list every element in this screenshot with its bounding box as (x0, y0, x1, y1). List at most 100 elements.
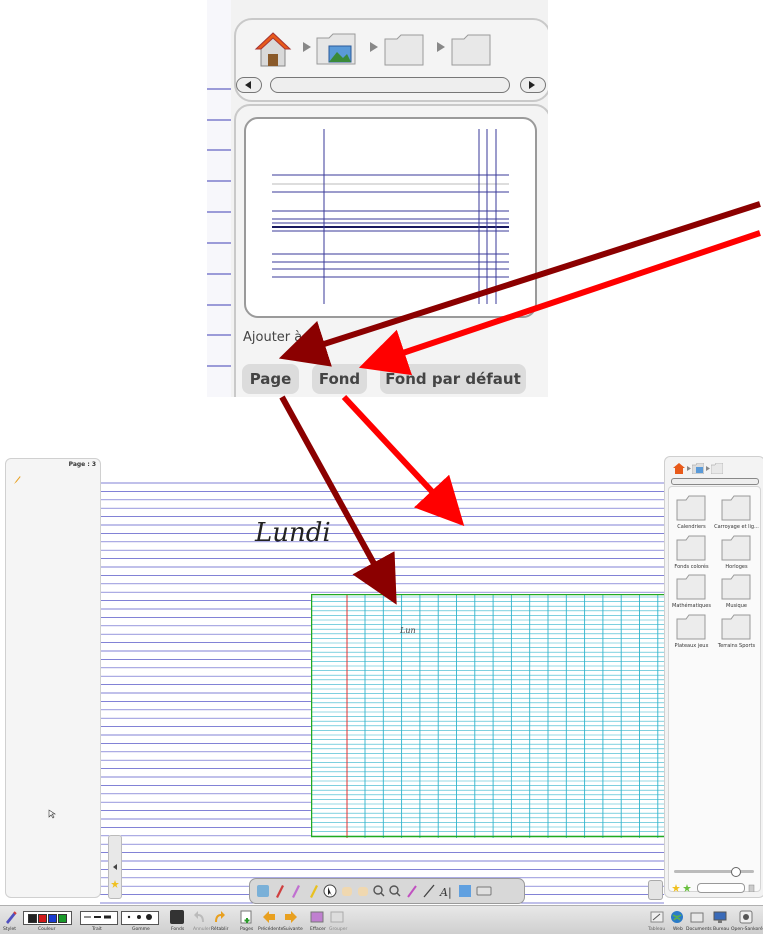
breadcrumb-scrollbar[interactable] (671, 478, 759, 485)
interact-tool-icon (358, 887, 368, 896)
trash-icon[interactable] (748, 883, 755, 892)
home-icon[interactable] (673, 463, 685, 474)
color-swatch[interactable] (48, 914, 57, 923)
open-sankore-icon[interactable] (739, 910, 753, 924)
thumbnail-grid (272, 129, 509, 304)
slider-handle[interactable] (731, 867, 741, 877)
folder-icon[interactable] (383, 32, 425, 68)
clear-page-icon[interactable] (310, 910, 324, 924)
image-folder-icon[interactable] (315, 30, 359, 68)
folder-icon[interactable] (721, 535, 751, 561)
pages-panel: Page : 3 (5, 458, 101, 898)
main-toolbar: Stylet Couleur Trait Gomme Fonds Annuler… (0, 905, 763, 934)
handwritten-title: Lundi (255, 518, 331, 548)
breadcrumb-scrollbar[interactable] (236, 76, 546, 93)
color-swatch[interactable] (58, 914, 67, 923)
add-to-label: Ajouter à (243, 330, 303, 345)
pen-tool-icon (276, 885, 284, 898)
ruled-line (207, 180, 231, 182)
eraser-tool-icon (292, 885, 300, 898)
undo-label: Annuler (193, 927, 211, 932)
ruled-line (207, 304, 231, 306)
documents-icon[interactable] (690, 910, 704, 924)
laser-pointer-icon (407, 885, 417, 898)
color-swatch[interactable] (28, 914, 37, 923)
ruled-line (207, 273, 231, 275)
board-label: Tableau (648, 927, 666, 932)
selector-tool-icon (323, 884, 337, 898)
color-swatch[interactable] (38, 914, 47, 923)
line-width-icons (84, 915, 111, 919)
image-folder-icon[interactable] (692, 463, 704, 474)
folder-label[interactable]: Carroyage et lig... (714, 524, 759, 530)
pages-panel-tab[interactable] (108, 835, 122, 899)
hand-tool-icon (342, 887, 352, 896)
redo-icon[interactable] (213, 910, 225, 924)
zoom-panel: Ajouter à Page Fond Fond par défaut (207, 0, 548, 397)
board-mode-icon[interactable] (650, 910, 664, 924)
documents-label: Documents (686, 927, 712, 932)
desktop-icon[interactable] (713, 910, 727, 924)
breadcrumb-arrow-icon (303, 42, 311, 52)
previous-page-icon[interactable] (262, 910, 276, 924)
star-icon[interactable] (672, 884, 680, 892)
clear-label: Effacer (310, 927, 326, 932)
color-label: Couleur (38, 927, 56, 932)
ruled-line (207, 365, 231, 367)
next-label: Suivante (283, 927, 303, 932)
backgrounds-label: Fonds (171, 927, 185, 932)
folder-label[interactable]: Horloges (714, 564, 759, 570)
add-as-default-background-button[interactable]: Fond par défaut (380, 364, 526, 394)
home-icon[interactable] (253, 30, 293, 68)
ruled-line (207, 149, 231, 151)
scroll-track[interactable] (270, 77, 510, 93)
breadcrumb-arrow-icon (370, 42, 378, 52)
group-icon[interactable] (330, 910, 344, 924)
folder-label[interactable]: Mathématiques (669, 603, 714, 609)
folder-icon[interactable] (676, 574, 706, 600)
thumbnail-size-slider[interactable] (674, 870, 754, 873)
tool-icons-row: A| (257, 884, 492, 900)
mouse-cursor-icon (48, 809, 56, 819)
library-panel-tab[interactable] (648, 880, 663, 900)
backgrounds-icon[interactable] (170, 910, 184, 924)
folder-label[interactable]: Calendriers (669, 524, 714, 530)
folder-icon[interactable] (676, 614, 706, 640)
stylus-icon[interactable] (4, 910, 18, 924)
breadcrumb-arrow-icon (706, 466, 710, 471)
line-label: Trait (92, 927, 102, 932)
folder-icon[interactable] (676, 495, 706, 521)
undo-icon[interactable] (194, 910, 206, 924)
folder-label[interactable]: Plateaux jeux (669, 643, 714, 649)
zoom-ruled-strip (207, 0, 231, 397)
folder-label[interactable]: Terrains Sports (714, 643, 759, 649)
folder-icon[interactable] (721, 495, 751, 521)
web-globe-icon[interactable] (670, 910, 684, 924)
eraser-size-icons (127, 914, 152, 920)
seyes-grid-page[interactable] (311, 594, 665, 838)
arrow-right-icon (529, 81, 535, 89)
breadcrumb-arrow-icon (687, 466, 691, 471)
arrow-left-icon (245, 81, 251, 89)
next-page-icon[interactable] (284, 910, 298, 924)
folder-icon[interactable] (721, 574, 751, 600)
new-page-icon[interactable] (239, 910, 253, 924)
background-thumbnail[interactable] (244, 117, 537, 318)
folder-icon[interactable] (721, 614, 751, 640)
previous-label: Précédente (258, 927, 284, 932)
library-search-input[interactable] (697, 883, 745, 893)
folder-label[interactable]: Fonds colorés (669, 564, 714, 570)
folder-icon[interactable] (450, 32, 492, 68)
zoom-in-icon (373, 885, 383, 895)
folder-label[interactable]: Musique (714, 603, 759, 609)
ruled-line (207, 88, 231, 90)
star-icon (111, 880, 119, 888)
page-number-label: Page : 3 (68, 461, 96, 468)
pages-label: Pages (240, 927, 254, 932)
add-as-page-button[interactable]: Page (242, 364, 299, 394)
add-as-background-button[interactable]: Fond (312, 364, 367, 394)
folder-icon[interactable] (711, 463, 723, 474)
floating-tools-toolbar: A| (249, 878, 525, 904)
folder-icon[interactable] (676, 535, 706, 561)
add-favorite-icon[interactable] (683, 884, 692, 892)
